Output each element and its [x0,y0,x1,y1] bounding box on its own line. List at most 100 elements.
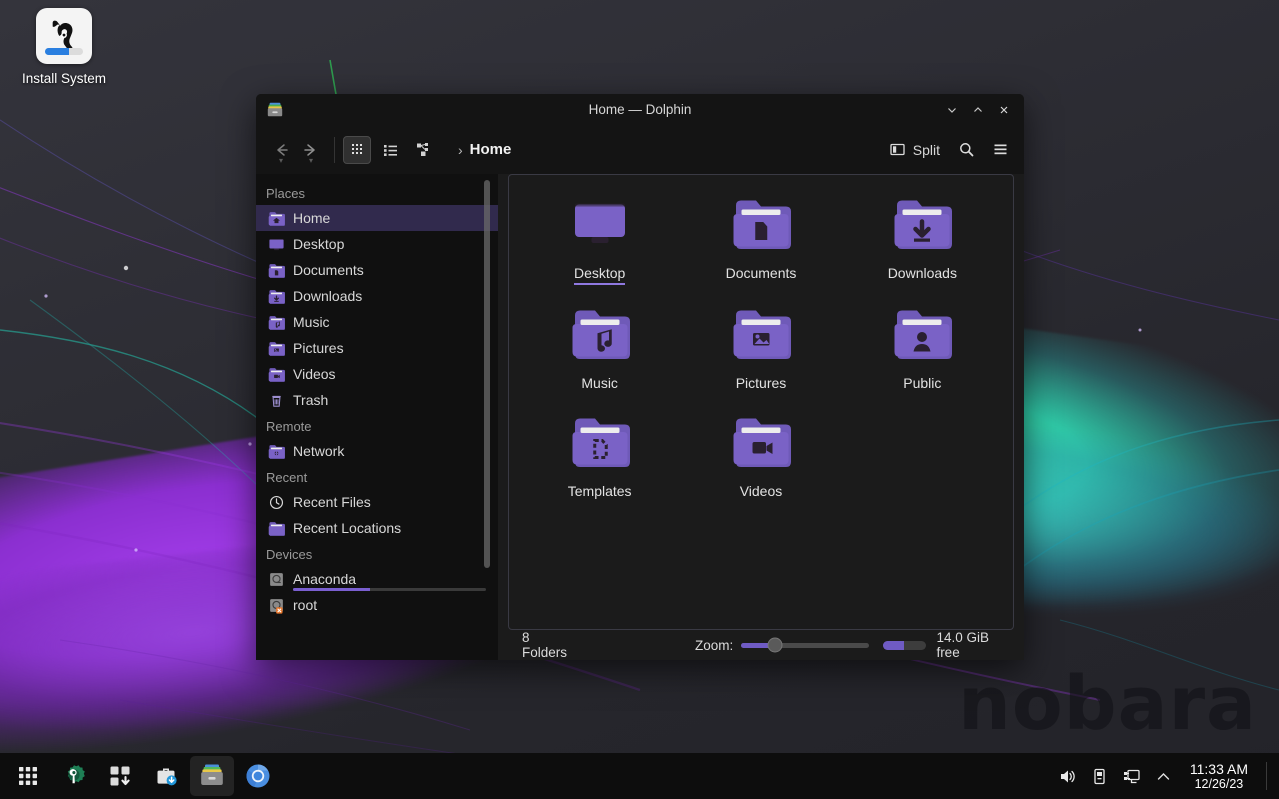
file-view[interactable]: DesktopDocuments Downloads Music Pictures Pu… [508,174,1014,630]
file-item[interactable]: Music [519,299,680,393]
sidebar-item-label: Videos [293,366,336,382]
file-item[interactable]: Templates [519,407,680,501]
dolphin-window[interactable]: Home — Dolphin ▾ ▾ [256,94,1024,660]
sidebar-item-trash[interactable]: Trash [256,387,498,413]
sidebar-item-home[interactable]: Home [256,205,498,231]
split-view-button[interactable]: Split [883,137,946,162]
tray-divider [1266,762,1267,790]
file-drawer-icon [198,762,226,790]
file-item[interactable]: Public [842,299,1003,393]
sidebar-item-videos[interactable]: Videos [256,361,498,387]
window-titlebar[interactable]: Home — Dolphin [256,94,1024,125]
clock-time: 11:33 AM [1190,761,1248,777]
volume-icon[interactable] [1058,766,1078,786]
breadcrumb-separator-icon: › [458,142,463,158]
system-settings-button[interactable] [52,756,96,796]
trash-icon [268,392,285,409]
minimize-button[interactable] [940,99,964,121]
file-item-label: Templates [568,483,632,501]
drive-unmounted-icon [268,597,285,614]
package-manager-button[interactable] [144,756,188,796]
maximize-button[interactable] [966,99,990,121]
split-icon [889,141,906,158]
back-dropdown-chevron-down-icon[interactable]: ▾ [279,157,283,165]
sidebar-item-label: root [293,597,317,613]
software-update-button[interactable] [98,756,142,796]
sidebar-item-label: Recent Locations [293,520,401,536]
folder-documents-icon [268,262,285,279]
file-grid: DesktopDocuments Downloads Music Pictures Pu… [519,189,1003,501]
breadcrumb[interactable]: › Home [458,141,511,158]
sidebar-item-label: Network [293,443,344,459]
file-manager-dolphin-button[interactable] [190,756,234,796]
clock[interactable]: 11:33 AM 12/26/23 [1186,761,1248,791]
sidebar-scrollbar[interactable] [484,180,490,568]
sidebar-item-label: Trash [293,392,328,408]
sidebar-item-pictures[interactable]: Pictures [256,335,498,361]
free-space-label: 14.0 GiB free [936,630,1000,660]
folder-desktop-icon [268,236,285,253]
sidebar-item-music[interactable]: Music [256,309,498,335]
details-view-button[interactable] [376,136,404,164]
file-item[interactable]: Desktop [519,189,680,285]
sidebar-item-network[interactable]: Network [256,438,498,464]
file-item[interactable]: Documents [680,189,841,285]
folder-templates-icon [519,411,680,476]
sidebar-item-recent-files[interactable]: Recent Files [256,489,498,515]
display-network-icon[interactable] [1122,766,1142,786]
chevron-up-icon [1155,768,1172,785]
file-item-label: Public [903,375,941,393]
clock-icon [268,494,285,511]
file-item[interactable]: Pictures [680,299,841,393]
back-button[interactable]: ▾ [266,133,296,167]
tree-view-button[interactable] [409,136,437,164]
folder-network-icon [268,443,285,460]
icons-view-button[interactable] [343,136,371,164]
zoom-slider[interactable] [741,643,869,648]
sidebar-section-header: Devices [256,541,498,566]
clock-date: 12/26/23 [1190,777,1248,791]
folder-public-icon [842,303,1003,368]
sidebar-item-documents[interactable]: Documents [256,257,498,283]
search-icon [958,141,975,158]
sidebar-item-downloads[interactable]: Downloads [256,283,498,309]
sidebar-item-root[interactable]: root [256,592,498,618]
usb-drive-icon[interactable] [1090,766,1110,786]
app-launcher-button[interactable] [6,756,50,796]
search-button[interactable] [952,136,980,164]
gear-wrench-icon [61,763,87,789]
file-item[interactable]: Videos [680,407,841,501]
dolphin-toolbar[interactable]: ▾ ▾ [256,125,1024,174]
close-button[interactable] [992,99,1016,121]
folder-videos-icon [680,411,841,476]
sidebar-item-desktop[interactable]: Desktop [256,231,498,257]
forward-dropdown-chevron-down-icon[interactable]: ▾ [309,157,313,165]
sidebar-item-label: Anaconda [293,571,356,587]
sidebar-item-recent-locations[interactable]: Recent Locations [256,515,498,541]
dolphin-statusbar: 8 Folders Zoom: 14.0 GiB free [508,630,1014,660]
breadcrumb-current[interactable]: Home [470,141,512,158]
show-hidden-tray-button[interactable] [1154,766,1174,786]
sidebar-item-label: Music [293,314,330,330]
web-browser-chromium-button[interactable] [236,756,280,796]
places-sidebar[interactable]: PlacesHome DesktopDocumentsDownloadsMusi… [256,174,498,660]
forward-button[interactable]: ▾ [296,133,326,167]
file-item[interactable]: Downloads [842,189,1003,285]
taskbar[interactable]: 11:33 AM 12/26/23 [0,753,1279,799]
drive-icon [268,571,285,588]
zoom-label: Zoom: [695,638,733,653]
desktop-icon-install-system[interactable]: Install System [14,8,114,86]
sidebar-item-label: Downloads [293,288,362,304]
menu-button[interactable] [986,136,1014,164]
file-item-label: Downloads [888,265,957,283]
zoom-slider-handle[interactable] [767,638,782,653]
briefcase-download-icon [154,764,178,788]
sidebar-item-anaconda[interactable]: Anaconda [256,566,498,592]
folder-music-icon [268,314,285,331]
split-label: Split [913,142,940,158]
sidebar-item-label: Recent Files [293,494,371,510]
file-item-label: Music [581,375,618,393]
squares-download-icon [108,764,132,788]
folder-videos-icon [268,366,285,383]
folder-music-icon [519,303,680,368]
